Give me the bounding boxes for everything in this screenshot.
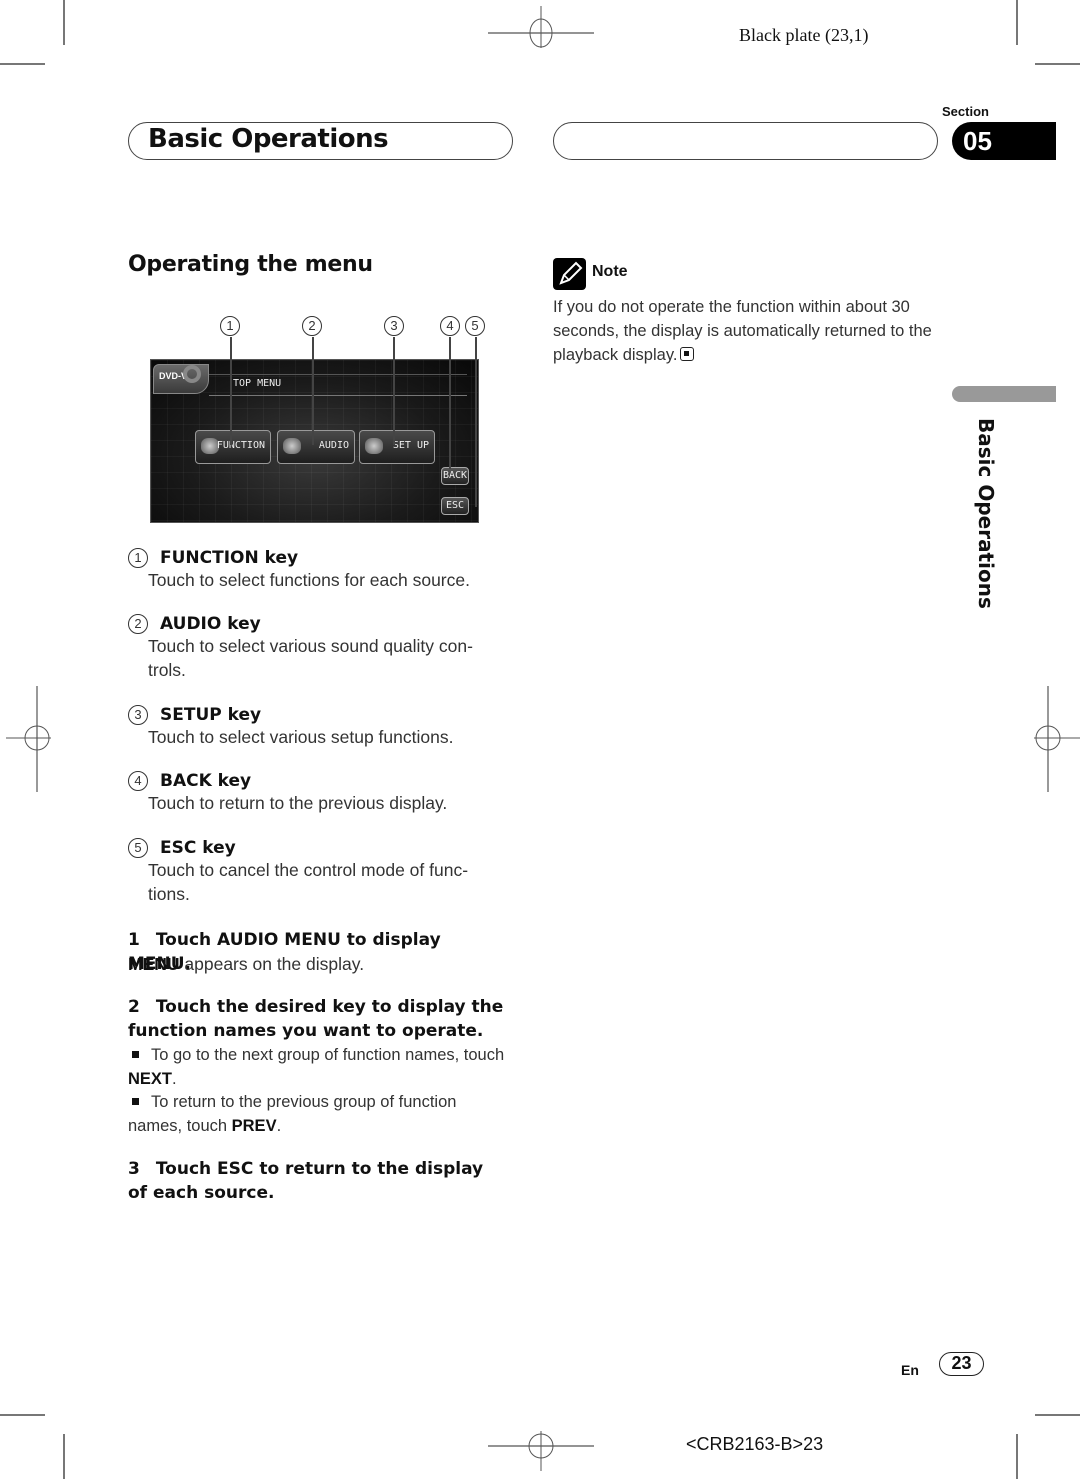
step-2-bullet: To go to the next group of function name… <box>128 1046 505 1088</box>
screen-title: TOP MENU <box>233 378 282 389</box>
side-tab-bar <box>952 386 1056 402</box>
language-label: En <box>901 1362 919 1378</box>
audio-key[interactable]: AUDIO <box>277 430 355 464</box>
tools-icon <box>365 438 383 454</box>
callout-3: 3 <box>384 316 404 336</box>
crop-mark <box>1016 0 1018 45</box>
page-title: Basic Operations <box>148 124 389 154</box>
callout-5: 5 <box>465 316 485 336</box>
plate-label: Black plate (23,1) <box>739 25 869 45</box>
header-blank-frame <box>553 122 938 160</box>
step-1-body: MENU appears on the display. <box>128 954 365 974</box>
key-description: 5 ESC key Touch to cancel the control mod… <box>128 838 508 906</box>
back-key[interactable]: BACK <box>441 467 469 485</box>
setup-key[interactable]: SET UP <box>359 430 435 464</box>
side-tab-label: Basic Operations <box>974 418 998 609</box>
callout-leader <box>393 337 395 445</box>
crop-mark <box>0 63 45 65</box>
function-key[interactable]: FUNCTION <box>195 430 271 464</box>
bullet-icon <box>132 1050 139 1058</box>
callout-leader <box>312 337 314 445</box>
crop-mark <box>1035 1414 1080 1416</box>
step-2-bullet: To return to the previous group of funct… <box>128 1093 457 1135</box>
section-number-badge: 05 <box>952 122 1056 160</box>
callout-4: 4 <box>440 316 460 336</box>
callout-leader <box>230 337 232 445</box>
esc-key[interactable]: ESC <box>441 497 469 515</box>
registration-mark-icon <box>488 6 594 48</box>
pencil-icon <box>553 258 586 290</box>
bullet-icon <box>132 1097 139 1105</box>
key-description: 1 FUNCTION key Touch to select functions … <box>128 548 508 592</box>
callout-leader <box>449 337 451 469</box>
note-text: If you do not operate the function withi… <box>553 298 932 364</box>
step-2-heading: 2 Touch the desired key to display the fu… <box>128 997 504 1041</box>
section-label: Section <box>942 104 989 119</box>
crop-mark <box>63 1434 65 1479</box>
registration-mark-icon <box>1034 686 1080 792</box>
key-description: 4 BACK key Touch to return to the previou… <box>128 771 508 815</box>
note-label: Note <box>592 263 628 280</box>
section-heading: Operating the menu <box>128 252 373 277</box>
registration-mark-icon <box>6 686 51 792</box>
speaker-icon <box>283 438 301 454</box>
crop-mark <box>1035 63 1080 65</box>
callout-leader <box>475 337 477 507</box>
crop-mark <box>0 1414 45 1416</box>
registration-mark-icon <box>488 1431 594 1471</box>
crop-mark <box>1016 1434 1018 1479</box>
key-description: 2 AUDIO key Touch to select various sound… <box>128 614 508 682</box>
page-number: 23 <box>939 1352 984 1376</box>
disc-icon <box>183 365 201 383</box>
source-tab: DVD-V <box>153 364 209 394</box>
callout-2: 2 <box>302 316 322 336</box>
crop-mark <box>63 0 65 45</box>
job-code: <CRB2163-B>23 <box>686 1434 824 1454</box>
key-description: 3 SETUP key Touch to select various setup… <box>128 705 508 749</box>
end-mark-icon <box>680 347 695 361</box>
device-screenshot: DVD-V TOP MENU FUNCTION AUDIO SET UP BAC… <box>150 359 479 523</box>
step-3-heading: 3 Touch ESC to return to the display of e… <box>128 1159 484 1203</box>
callout-1: 1 <box>220 316 240 336</box>
